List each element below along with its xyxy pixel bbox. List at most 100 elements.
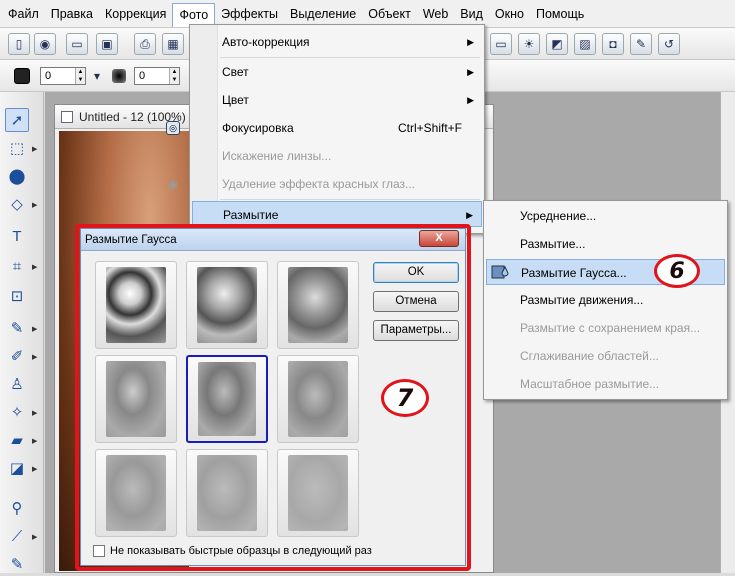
document-icon — [61, 111, 73, 123]
eraser-tool-icon[interactable]: ▰ — [5, 428, 29, 452]
checkbox-box[interactable] — [93, 545, 105, 557]
marquee-tool-icon[interactable]: ⬚ — [5, 136, 29, 160]
dialog-title[interactable]: Размытие Гаусса — [81, 229, 465, 251]
pen-tool-icon[interactable]: ✎ — [5, 316, 29, 340]
menu-selection[interactable]: Выделение — [284, 3, 362, 25]
open-folder-icon[interactable]: ▭ — [66, 33, 88, 55]
blur-preview-thumb[interactable] — [95, 449, 177, 537]
brightness-icon[interactable]: ☀ — [518, 33, 540, 55]
menu-item-red-eye[interactable]: ◉ Удаление эффекта красных глаз... — [168, 171, 482, 197]
pointer-tool-icon[interactable]: ➚ — [5, 108, 29, 132]
submenu-arrow-icon: ▶ — [467, 67, 474, 77]
menu-separator — [220, 199, 480, 200]
print-icon[interactable]: ⎙ — [134, 33, 156, 55]
new-file-icon[interactable]: ▯ — [8, 33, 30, 55]
drop-icon — [491, 263, 511, 281]
blur-preview-thumb[interactable] — [186, 449, 268, 537]
menu-view[interactable]: Вид — [454, 3, 489, 25]
submenu-item-edge-preserving-blur[interactable]: Размытие с сохранением края... — [486, 315, 725, 341]
eye-icon: ◉ — [167, 177, 179, 191]
submenu-item-blur[interactable]: Размытие... — [486, 231, 725, 257]
save-icon[interactable]: ▣ — [96, 33, 118, 55]
menu-edit[interactable]: Правка — [45, 3, 99, 25]
redeye-icon[interactable]: ✎ — [630, 33, 652, 55]
text-tool-icon[interactable]: T — [5, 224, 29, 248]
brush-softness-icon[interactable] — [112, 69, 126, 83]
blur-preview-thumb[interactable] — [277, 261, 359, 349]
monitor-icon[interactable]: ▭ — [490, 33, 512, 55]
size-field-1[interactable]: 0 ▲ ▼ — [40, 67, 86, 85]
blur-preview-grid — [95, 261, 363, 551]
blur-preview-thumb-selected[interactable] — [186, 355, 268, 443]
size-field-2[interactable]: 0 ▲ ▼ — [134, 67, 180, 85]
focus-icon: ◎ — [164, 119, 182, 137]
menu-help[interactable]: Помощь — [530, 3, 590, 25]
tool-caret-icon: ▶ — [32, 466, 38, 473]
submenu-arrow-icon: ▶ — [467, 37, 474, 47]
brush-tool-icon[interactable]: ✐ — [5, 344, 29, 368]
menu-item-color[interactable]: Цвет ▶ — [192, 87, 482, 113]
blur-preview-thumb[interactable] — [277, 449, 359, 537]
menu-web[interactable]: Web — [417, 3, 454, 25]
transform-tool-icon[interactable]: ⊡ — [5, 284, 29, 308]
blur-submenu: Усреднение... Размытие... Размытие Гаусс… — [483, 200, 728, 400]
camera-icon[interactable]: ◘ — [602, 33, 624, 55]
lasso-tool-icon[interactable]: ⬤ — [5, 164, 29, 188]
color-swatch-icon[interactable] — [14, 68, 30, 84]
step-7-callout: 7 — [381, 379, 429, 417]
tool-caret-icon: ▶ — [32, 438, 38, 445]
shape-tool-icon[interactable]: ◇ — [5, 192, 29, 216]
blur-preview-thumb[interactable] — [277, 355, 359, 443]
menu-item-focus[interactable]: ◎ Фокусировка Ctrl+Shift+F — [166, 115, 482, 141]
stamp-tool-icon[interactable]: ♙ — [5, 372, 29, 396]
checkbox-label: Не показывать быстрые образцы в следующи… — [110, 545, 372, 557]
cancel-button[interactable]: Отмена — [373, 291, 459, 312]
undo-icon[interactable]: ↺ — [658, 33, 680, 55]
grid-icon[interactable]: ▦ — [162, 33, 184, 55]
brush-2-tool-icon[interactable]: ✎ — [5, 552, 29, 576]
menu-item-light[interactable]: Свет ▶ — [192, 59, 482, 85]
zoom-tool-icon[interactable]: ⚲ — [5, 496, 29, 520]
tools-panel: ➚ ⬚ ▶ ⬤ ◇ ▶ T ⌗ ▶ ⊡ ✎ ▶ ✐ ▶ ♙ ✧ ▶ ▰ ▶ ◪ ▶ ⚲ ⟋ ▶ ✎ — [0, 92, 44, 573]
spin-arrows-icon[interactable]: ▲ ▼ — [75, 68, 85, 84]
web-icon[interactable]: ◉ — [34, 33, 56, 55]
dialog-close-button[interactable]: X — [419, 230, 459, 247]
submenu-item-scale-blur[interactable]: Масштабное размытие... — [486, 371, 725, 397]
submenu-arrow-icon: ▶ — [467, 95, 474, 105]
gradient-tool-icon[interactable]: ◪ — [5, 456, 29, 480]
parameters-button[interactable]: Параметры... — [373, 320, 459, 341]
tool-caret-icon: ▶ — [32, 354, 38, 361]
menu-separator — [220, 57, 480, 58]
photo-menu: Авто-коррекция ▶ Свет ▶ Цвет ▶ ◎ Фокусировк… — [166, 24, 485, 234]
dropdown-arrow-icon[interactable]: ▾ — [90, 69, 104, 83]
menu-item-lens-distortion[interactable]: Искажение линзы... — [192, 143, 482, 169]
tool-caret-icon: ▶ — [32, 264, 38, 271]
contrast-icon[interactable]: ◩ — [546, 33, 568, 55]
blur-preview-thumb[interactable] — [186, 261, 268, 349]
menu-file[interactable]: Файл — [2, 3, 45, 25]
tool-caret-icon: ▶ — [32, 146, 38, 153]
blur-preview-thumb[interactable] — [95, 355, 177, 443]
chart-icon[interactable]: ▨ — [574, 33, 596, 55]
menu-effects[interactable]: Эффекты — [215, 3, 284, 25]
dont-show-previews-checkbox[interactable]: Не показывать быстрые образцы в следующи… — [93, 545, 372, 557]
submenu-item-area-smoothing[interactable]: Сглаживание областей... — [486, 343, 725, 369]
retouch-tool-icon[interactable]: ✧ — [5, 400, 29, 424]
menu-window[interactable]: Окно — [489, 3, 530, 25]
step-6-callout: 6 — [654, 254, 700, 288]
tool-caret-icon: ▶ — [32, 326, 38, 333]
menu-item-auto-correction[interactable]: Авто-коррекция ▶ — [192, 29, 482, 55]
menu-object[interactable]: Объект — [362, 3, 417, 25]
crop-tool-icon[interactable]: ⌗ — [5, 254, 29, 278]
submenu-item-average[interactable]: Усреднение... — [486, 203, 725, 229]
submenu-item-motion-blur[interactable]: Размытие движения... — [486, 287, 725, 313]
spin-arrows-icon[interactable]: ▲ ▼ — [169, 68, 179, 84]
menu-adjust[interactable]: Коррекция — [99, 3, 172, 25]
ok-button[interactable]: OK — [373, 262, 459, 283]
tool-caret-icon: ▶ — [32, 534, 38, 541]
gaussian-blur-dialog: Размытие Гаусса X OK Отмена Параметры...… — [80, 228, 466, 566]
eyedropper-tool-icon[interactable]: ⟋ — [5, 524, 29, 548]
blur-preview-thumb[interactable] — [95, 261, 177, 349]
tool-caret-icon: ▶ — [32, 410, 38, 417]
tool-caret-icon: ▶ — [32, 202, 38, 209]
